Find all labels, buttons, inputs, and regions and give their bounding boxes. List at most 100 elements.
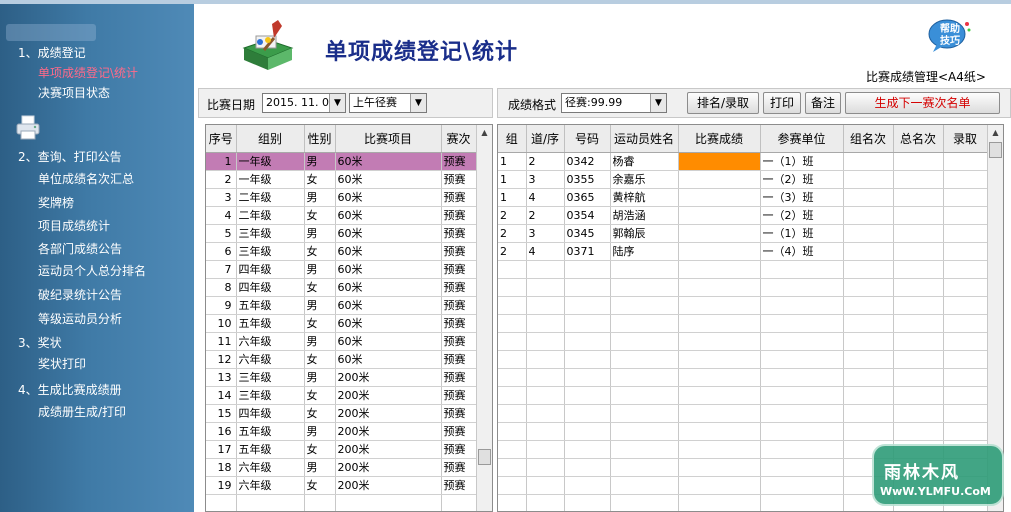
table-cell[interactable]: [526, 368, 565, 387]
table-row[interactable]: 15 四年级女 200米 预赛: [206, 404, 477, 423]
table-cell[interactable]: 0354: [564, 206, 611, 225]
table-cell[interactable]: [893, 170, 944, 189]
table-cell[interactable]: [610, 332, 679, 351]
score-input-cell[interactable]: [678, 170, 761, 189]
table-cell[interactable]: 女: [304, 404, 336, 423]
table-cell[interactable]: [526, 458, 565, 477]
table-cell[interactable]: 60米: [335, 296, 442, 315]
table-cell[interactable]: 男: [304, 368, 336, 387]
table-cell[interactable]: [498, 476, 527, 495]
table-cell[interactable]: [610, 494, 679, 511]
table-row[interactable]: 9 五年级男 60米 预赛: [206, 296, 477, 315]
table-cell[interactable]: 19: [206, 476, 237, 495]
table-cell[interactable]: 2: [526, 152, 565, 171]
table-cell[interactable]: [498, 440, 527, 459]
table-cell[interactable]: [843, 422, 894, 441]
table-row[interactable]: 13 三年级男 200米 预赛: [206, 368, 477, 387]
table-cell[interactable]: 女: [304, 386, 336, 405]
table-cell[interactable]: [206, 494, 237, 511]
table-cell[interactable]: [760, 386, 844, 405]
table-cell[interactable]: 60米: [335, 224, 442, 243]
score-input-cell[interactable]: [678, 422, 761, 441]
table-cell[interactable]: 三年级: [236, 242, 305, 261]
table-cell[interactable]: [236, 494, 305, 511]
table-cell[interactable]: 60米: [335, 350, 442, 369]
chevron-down-icon[interactable]: ▼: [410, 94, 426, 112]
table-cell[interactable]: [498, 314, 527, 333]
table-cell[interactable]: [498, 350, 527, 369]
sidebar-item-single-score-entry[interactable]: 单项成绩登记\统计: [38, 64, 138, 81]
table-cell[interactable]: 预赛: [441, 242, 477, 261]
table-row[interactable]: [498, 404, 988, 423]
table-cell[interactable]: [893, 242, 944, 261]
sidebar-item-result-book-print[interactable]: 成绩册生成/打印: [38, 403, 126, 420]
table-cell[interactable]: [943, 296, 988, 315]
table-cell[interactable]: [526, 476, 565, 495]
table-row[interactable]: 2 4 0371 陆序 一（4）班: [498, 242, 988, 261]
table-cell[interactable]: [526, 332, 565, 351]
table-cell[interactable]: [760, 476, 844, 495]
score-input-cell[interactable]: [678, 386, 761, 405]
table-cell[interactable]: [498, 386, 527, 405]
table-cell[interactable]: 60米: [335, 278, 442, 297]
table-cell[interactable]: 女: [304, 206, 336, 225]
table-cell[interactable]: 2: [498, 242, 527, 261]
table-cell[interactable]: [943, 368, 988, 387]
score-input-cell[interactable]: [678, 350, 761, 369]
table-cell[interactable]: 一（1）班: [760, 152, 844, 171]
table-cell[interactable]: 五年级: [236, 296, 305, 315]
table-cell[interactable]: 五年级: [236, 422, 305, 441]
table-cell[interactable]: 男: [304, 224, 336, 243]
table-cell[interactable]: [893, 152, 944, 171]
table-cell[interactable]: 11: [206, 332, 237, 351]
table-cell[interactable]: [498, 368, 527, 387]
column-header[interactable]: 序号: [206, 125, 237, 153]
table-row[interactable]: 7 四年级男 60米 预赛: [206, 260, 477, 279]
table-cell[interactable]: 预赛: [441, 224, 477, 243]
table-cell[interactable]: [843, 242, 894, 261]
table-cell[interactable]: 0371: [564, 242, 611, 261]
table-row[interactable]: [498, 368, 988, 387]
score-input-cell[interactable]: [678, 296, 761, 315]
table-cell[interactable]: 预赛: [441, 332, 477, 351]
sidebar-item-event-stats[interactable]: 项目成绩统计: [38, 217, 110, 234]
table-cell[interactable]: 一（3）班: [760, 188, 844, 207]
table-cell[interactable]: [943, 314, 988, 333]
table-cell[interactable]: 女: [304, 314, 336, 333]
table-cell[interactable]: 男: [304, 422, 336, 441]
table-cell[interactable]: 预赛: [441, 260, 477, 279]
column-header[interactable]: 总名次: [893, 125, 944, 153]
table-cell[interactable]: 三年级: [236, 386, 305, 405]
table-cell[interactable]: 2: [526, 206, 565, 225]
table-cell[interactable]: 预赛: [441, 170, 477, 189]
table-cell[interactable]: 4: [526, 188, 565, 207]
table-row[interactable]: [498, 332, 988, 351]
table-cell[interactable]: 60米: [335, 170, 442, 189]
table-cell[interactable]: [893, 350, 944, 369]
table-cell[interactable]: [526, 440, 565, 459]
table-row[interactable]: 12 六年级女 60米 预赛: [206, 350, 477, 369]
sidebar-item-record-stats[interactable]: 破纪录统计公告: [38, 286, 122, 303]
table-row[interactable]: 16 五年级男 200米 预赛: [206, 422, 477, 441]
table-cell[interactable]: 0342: [564, 152, 611, 171]
table-row[interactable]: 19 六年级女 200米 预赛: [206, 476, 477, 495]
table-cell[interactable]: [498, 278, 527, 297]
column-header[interactable]: 号码: [564, 125, 611, 153]
table-cell[interactable]: [760, 260, 844, 279]
table-cell[interactable]: [893, 314, 944, 333]
table-cell[interactable]: [843, 386, 894, 405]
table-cell[interactable]: 200米: [335, 386, 442, 405]
table-cell[interactable]: [943, 404, 988, 423]
table-cell[interactable]: 一年级: [236, 152, 305, 171]
table-cell[interactable]: [564, 368, 611, 387]
table-cell[interactable]: [564, 476, 611, 495]
table-cell[interactable]: 一年级: [236, 170, 305, 189]
chevron-down-icon[interactable]: ▼: [329, 94, 345, 112]
table-cell[interactable]: 四年级: [236, 260, 305, 279]
table-cell[interactable]: 陆序: [610, 242, 679, 261]
table-cell[interactable]: 一（1）班: [760, 224, 844, 243]
table-cell[interactable]: [498, 404, 527, 423]
table-cell[interactable]: 3: [526, 170, 565, 189]
table-row[interactable]: 3 二年级男 60米 预赛: [206, 188, 477, 207]
table-cell[interactable]: 1: [498, 170, 527, 189]
